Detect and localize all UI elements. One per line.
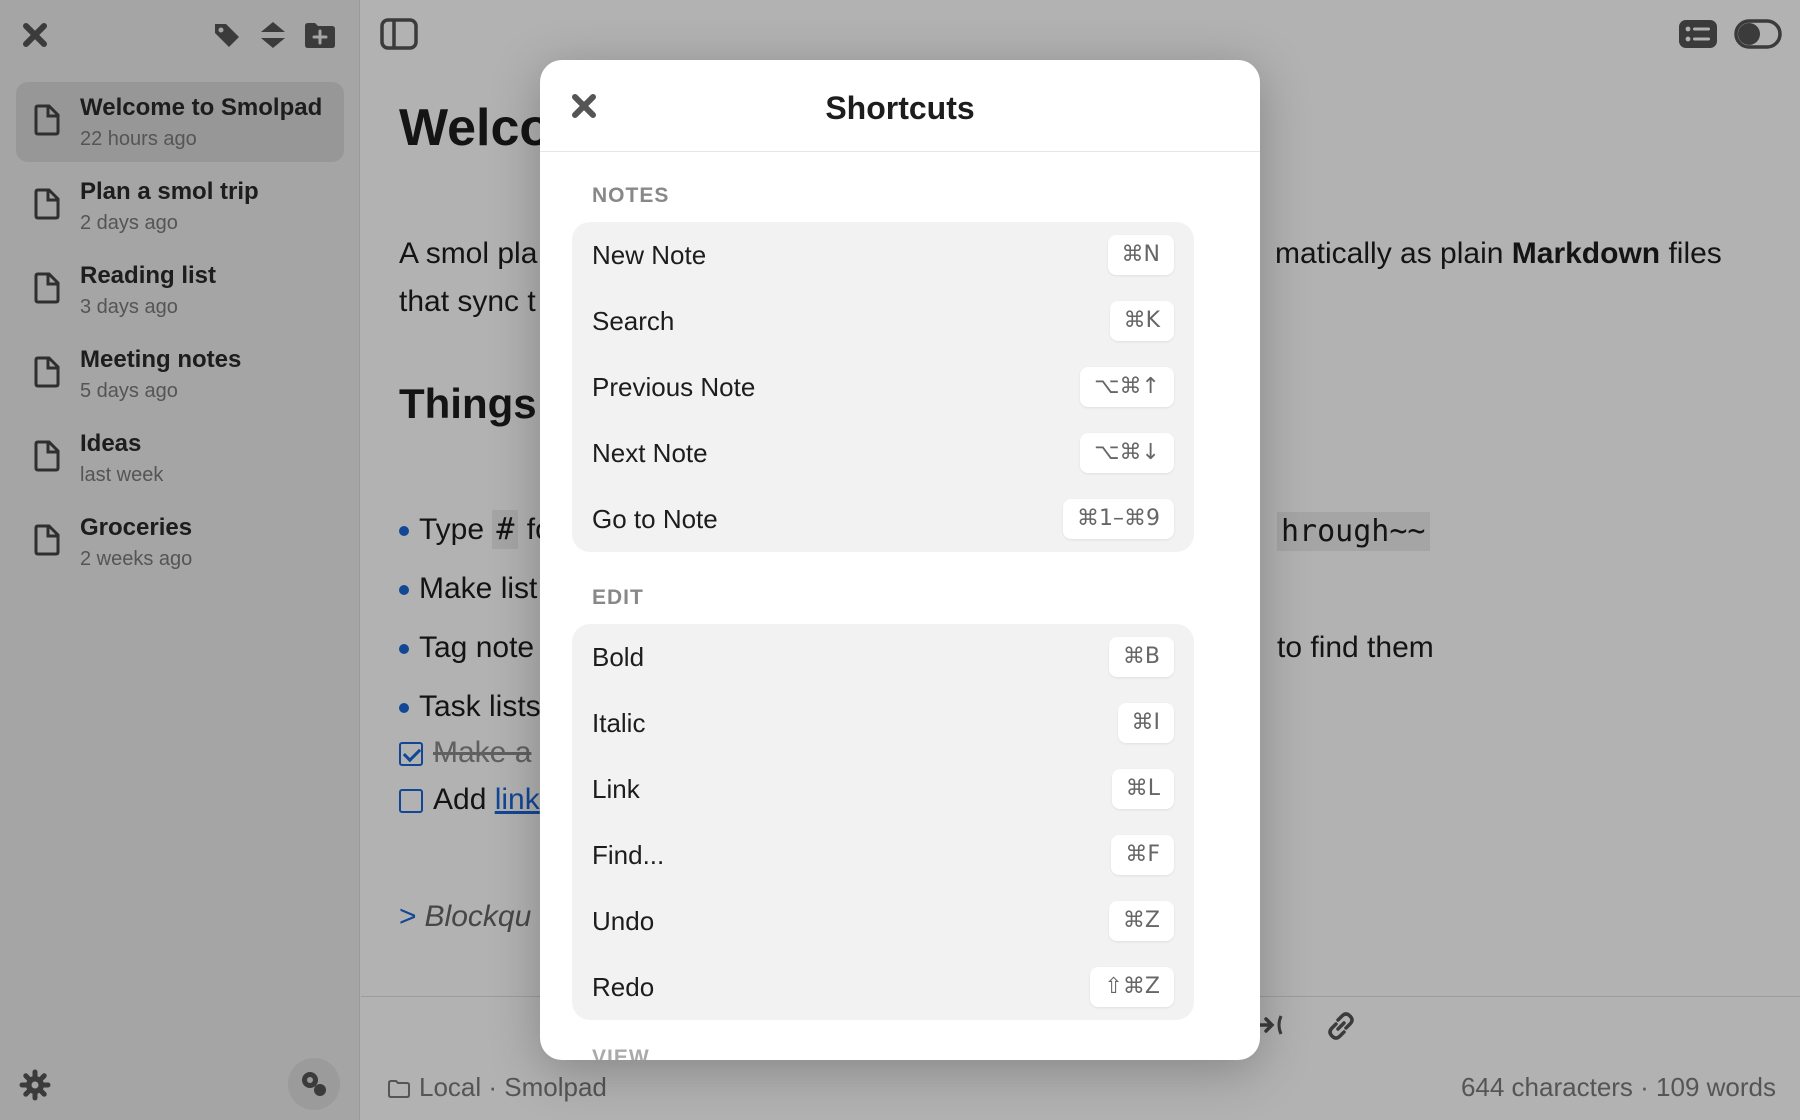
shortcut-row: Italic ⌘I [572, 690, 1194, 756]
shortcut-keys: ⌘F [1111, 835, 1174, 875]
shortcut-label: Redo [592, 972, 655, 1002]
shortcut-keys: ⇧⌘Z [1090, 967, 1174, 1007]
shortcut-row: Redo ⇧⌘Z [572, 954, 1194, 1020]
shortcut-keys: ⌘L [1111, 769, 1174, 809]
shortcut-label: New Note [592, 240, 707, 270]
shortcut-row: Previous Note ⌥⌘↑ [572, 354, 1194, 420]
section-label-notes: NOTES [592, 184, 670, 207]
shortcut-label: Italic [592, 708, 646, 738]
shortcut-keys: ⌘1–⌘9 [1063, 499, 1174, 539]
dialog-header: Shortcuts [540, 60, 1260, 152]
shortcut-label: Next Note [592, 438, 708, 468]
shortcut-label: Link [592, 774, 640, 804]
shortcut-keys: ⌘N [1107, 235, 1174, 275]
app-window: Welcome to Smolpad 22 hours ago Plan a s… [0, 0, 1800, 1120]
shortcut-row: Next Note ⌥⌘↓ [572, 420, 1194, 486]
dialog-title: Shortcuts [825, 90, 975, 126]
shortcut-row: Undo ⌘Z [572, 888, 1194, 954]
shortcut-keys: ⌘K [1109, 301, 1174, 341]
shortcut-label: Previous Note [592, 372, 756, 402]
shortcut-row: Go to Note ⌘1–⌘9 [572, 486, 1194, 552]
shortcut-label: Bold [592, 642, 645, 672]
shortcut-row: New Note ⌘N [572, 222, 1194, 288]
shortcut-keys: ⌘I [1117, 703, 1174, 743]
shortcut-keys: ⌘Z [1108, 901, 1174, 941]
shortcut-keys: ⌘B [1108, 637, 1174, 677]
shortcut-label: Find... [592, 840, 665, 870]
section-label-view: VIEW [592, 1046, 650, 1060]
shortcut-row: Find... ⌘F [572, 822, 1194, 888]
shortcut-row: Search ⌘K [572, 288, 1194, 354]
section-label-edit: EDIT [592, 586, 644, 609]
shortcut-keys: ⌥⌘↑ [1080, 367, 1174, 407]
shortcut-group-edit: Bold ⌘B Italic ⌘I Link ⌘L Find... ⌘F Und… [572, 624, 1194, 1020]
shortcut-label: Undo [592, 906, 655, 936]
shortcut-row: Link ⌘L [572, 756, 1194, 822]
shortcut-label: Go to Note [592, 504, 718, 534]
shortcut-group-notes: New Note ⌘N Search ⌘K Previous Note ⌥⌘↑ … [572, 222, 1194, 552]
shortcut-keys: ⌥⌘↓ [1080, 433, 1174, 473]
shortcuts-dialog: Shortcuts NOTES New Note ⌘N Search ⌘K Pr… [540, 60, 1260, 1060]
shortcut-label: Search [592, 306, 675, 336]
shortcut-row: Bold ⌘B [572, 624, 1194, 690]
